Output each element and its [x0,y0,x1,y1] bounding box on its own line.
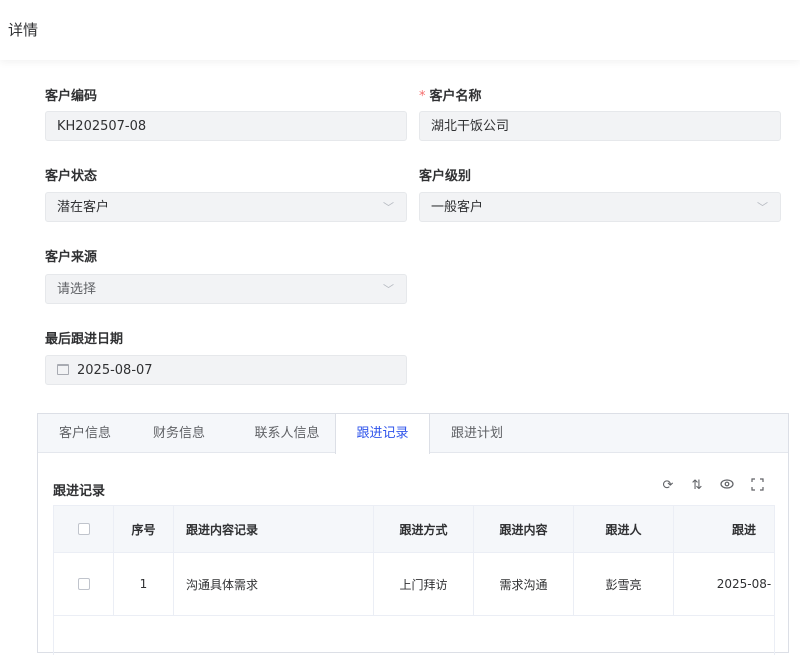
customer-level-value: 一般客户 [431,200,484,215]
chevron-down-icon: ﹀ [757,201,768,214]
column-header: 跟进内容记录 [174,506,374,552]
header-bar: 详情 [0,0,800,60]
refresh-icon[interactable]: ⟳ [660,478,676,494]
row-date: 2025-08- [716,577,772,591]
tabs-header: 客户信息 财务信息 联系人信息 跟进记录 跟进计划 [38,414,788,454]
customer-name-field[interactable]: 湖北干饭公司 [419,111,781,141]
page-title: 详情 [8,21,39,39]
customer-code-value: KH202507-08 [57,119,147,134]
eye-icon[interactable] [719,478,735,494]
last-follow-date-picker[interactable]: 2025-08-07 [45,355,407,385]
select-all-cell [54,506,114,552]
column-header: 跟进方式 [374,506,474,552]
customer-status-label: 客户状态 [45,169,98,184]
required-mark: * [419,89,426,104]
calendar-icon [57,364,69,375]
customer-source-placeholder: 请选择 [57,282,97,297]
last-follow-date-label: 最后跟进日期 [45,332,124,347]
tab-contact-info[interactable]: 联系人信息 [234,414,340,453]
customer-code-field[interactable]: KH202507-08 [45,111,407,141]
table-row[interactable]: 1 沟通具体需求 上门拜访 需求沟通 彭雪亮 2025-08- [54,553,774,616]
chevron-down-icon: ﹀ [383,201,394,214]
row-content: 沟通具体需求 [174,553,374,615]
table-header: 序号 跟进内容记录 跟进方式 跟进内容 跟进人 跟进 [54,505,774,553]
customer-name-value: 湖北干饭公司 [431,119,510,134]
row-topic: 需求沟通 [474,553,574,615]
customer-code-label: 客户编码 [45,89,98,104]
column-header: 序号 [114,506,174,552]
row-person: 彭雪亮 [574,553,674,615]
row-checkbox[interactable] [77,578,90,590]
section-title: 跟进记录 [53,484,106,499]
fullscreen-icon[interactable] [749,478,765,494]
tab-follow-plan[interactable]: 跟进计划 [430,414,524,453]
customer-source-label: 客户来源 [45,250,98,265]
chevron-down-icon: ﹀ [383,283,394,296]
row-index: 1 [114,553,174,615]
detail-tabs: 客户信息 财务信息 联系人信息 跟进记录 跟进计划 跟进记录 ⟳ ⇅ 序号 跟进… [37,413,789,655]
tab-finance-info[interactable]: 财务信息 [134,414,224,453]
customer-source-select[interactable]: 请选择 ﹀ [45,274,407,304]
customer-status-select[interactable]: 潜在客户 ﹀ [45,192,407,222]
customer-name-label-text: 客户名称 [429,89,482,104]
column-header: 跟进内容 [474,506,574,552]
row-select-cell [54,553,114,615]
tab-follow-records[interactable]: 跟进记录 [335,414,430,454]
column-height-icon[interactable]: ⇅ [689,478,705,494]
customer-status-value: 潜在客户 [57,200,110,215]
customer-name-label: * 客户名称 [419,85,482,104]
select-all-checkbox[interactable] [77,523,90,535]
column-header: 跟进 [731,522,756,537]
row-method: 上门拜访 [374,553,474,615]
last-follow-date-value: 2025-08-07 [77,363,153,378]
customer-level-select[interactable]: 一般客户 ﹀ [419,192,781,222]
customer-level-label: 客户级别 [419,169,472,184]
follow-records-table: 序号 跟进内容记录 跟进方式 跟进内容 跟进人 跟进 1 沟通具体需求 上门拜访… [53,505,775,655]
column-header: 跟进人 [574,506,674,552]
tab-customer-info[interactable]: 客户信息 [38,414,132,453]
